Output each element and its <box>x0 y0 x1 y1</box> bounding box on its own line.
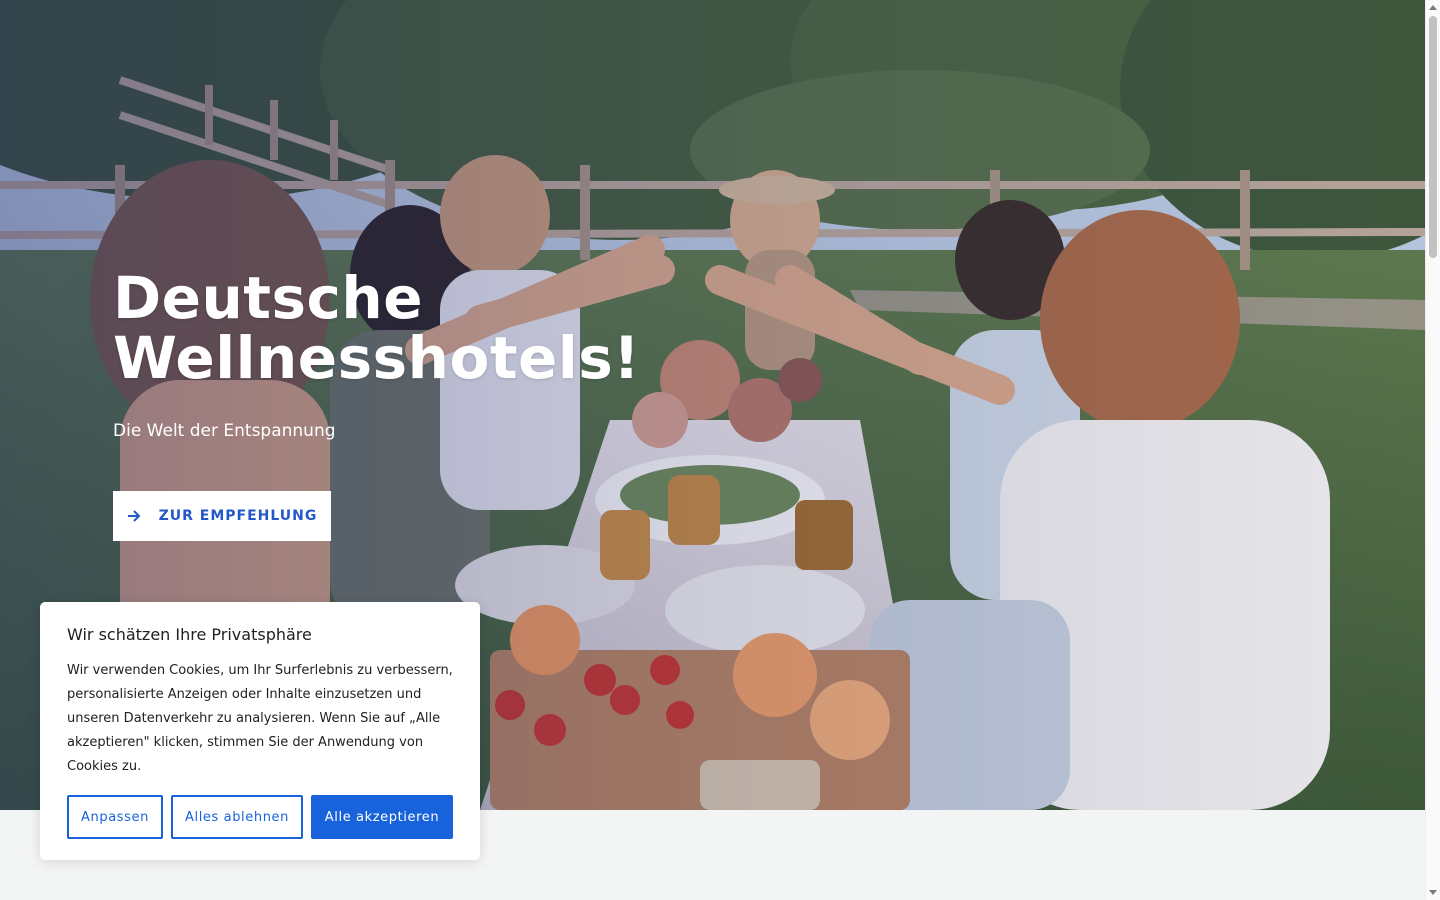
cta-button[interactable]: ZUR EMPFEHLUNG <box>113 491 331 541</box>
cookie-title: Wir schätzen Ihre Privatsphäre <box>67 625 312 644</box>
reject-all-button[interactable]: Alles ablehnen <box>171 795 303 839</box>
page: Deutsche Wellnesshotels! Die Welt der En… <box>0 0 1440 900</box>
cookie-consent-dialog: Wir schätzen Ihre Privatsphäre Wir verwe… <box>40 602 480 860</box>
scroll-up-icon[interactable] <box>1429 5 1437 10</box>
cta-label: ZUR EMPFEHLUNG <box>158 508 318 524</box>
arrow-right-icon <box>127 510 141 522</box>
cookie-description: Wir verwenden Cookies, um Ihr Surferlebn… <box>67 663 453 774</box>
scroll-thumb[interactable] <box>1429 16 1437 258</box>
cookie-button-row: Anpassen Alles ablehnen Alle akzeptieren <box>67 795 453 839</box>
hero-subtitle: Die Welt der Entspannung <box>113 421 336 441</box>
scroll-down-icon[interactable] <box>1429 890 1437 895</box>
hero-title-line1: Deutsche <box>113 264 424 332</box>
accept-all-button[interactable]: Alle akzeptieren <box>311 795 453 839</box>
customize-button[interactable]: Anpassen <box>67 795 163 839</box>
hero-title: Deutsche Wellnesshotels! <box>113 268 640 388</box>
hero-title-line2: Wellnesshotels! <box>113 324 641 392</box>
scrollbar[interactable] <box>1425 0 1440 900</box>
